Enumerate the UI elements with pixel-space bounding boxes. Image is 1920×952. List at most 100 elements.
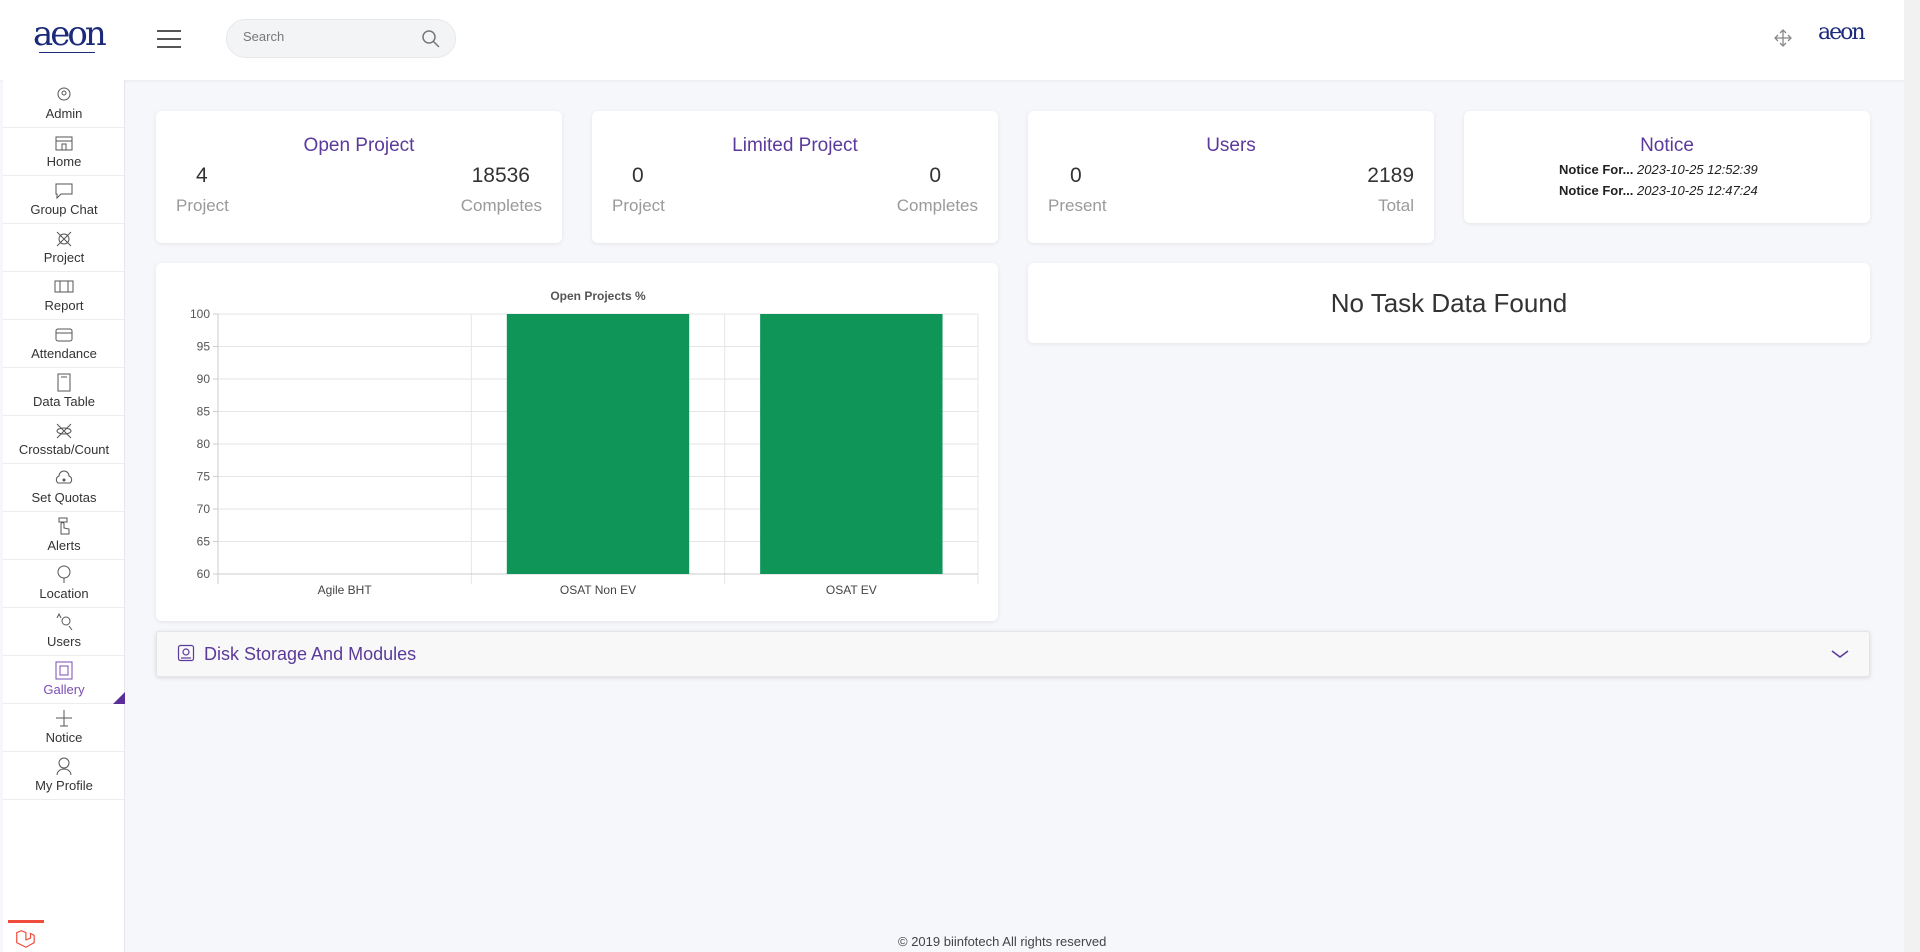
- crosstab-icon: [56, 423, 72, 439]
- sidebar-item-label: Set Quotas: [31, 490, 97, 505]
- open-projects-chart-card: Open Projects % 60 65 70 75 80 85 90 95 100 Agile …: [156, 263, 998, 621]
- sidebar-item-label: Project: [43, 250, 85, 265]
- footer-text: © 2019 biinfotech All rights reserved: [898, 934, 1107, 949]
- project-label: Project: [612, 196, 665, 215]
- present-count: 0: [1070, 164, 1082, 187]
- disk-storage-accordion[interactable]: Disk Storage And Modules: [156, 631, 1870, 677]
- sidebar-item-notice[interactable]: Notice: [3, 704, 125, 752]
- x-tick-label: OSAT Non EV: [560, 583, 636, 597]
- notice-name: Notice For...: [1559, 183, 1634, 198]
- sidebar-item-label: Attendance: [31, 346, 97, 361]
- hamburger-icon-line: [157, 30, 181, 32]
- sidebar-item-label: Notice: [45, 730, 83, 745]
- menu-toggle-button[interactable]: [157, 30, 183, 50]
- sidebar-item-label: Location: [39, 586, 89, 601]
- brand-logo-right[interactable]: aeon: [1818, 20, 1866, 45]
- chart-title: Open Projects %: [550, 289, 646, 303]
- hand-icon: [58, 517, 70, 535]
- sidebar-item-attendance[interactable]: Attendance: [3, 320, 125, 368]
- y-tick-label: 60: [197, 567, 211, 581]
- location-icon: [57, 565, 71, 583]
- sidebar-item-my-profile[interactable]: My Profile: [3, 752, 125, 800]
- y-tick-label: 65: [197, 535, 211, 549]
- notice-row[interactable]: Notice For... 2023-10-25 12:52:39: [1559, 162, 1758, 177]
- card-title: Users: [1206, 135, 1256, 156]
- sidebar-item-group-chat[interactable]: Group Chat: [3, 176, 125, 224]
- top-bar: aeon aeon: [0, 0, 1904, 80]
- sidebar-item-users[interactable]: Users: [3, 608, 125, 656]
- sidebar-item-set-quotas[interactable]: Set Quotas: [3, 464, 125, 512]
- total-label: Total: [1378, 196, 1414, 215]
- open-project-card: Open Project 4 18536 Project Completes: [156, 111, 562, 243]
- limited-project-card: Limited Project 0 0 Project Completes: [592, 111, 998, 243]
- project-count: 4: [196, 164, 208, 187]
- sidebar-item-home[interactable]: Home: [3, 128, 125, 176]
- y-tick-label: 70: [197, 502, 211, 516]
- sidebar-item-data-table[interactable]: Data Table: [3, 368, 125, 416]
- data-table-icon: [57, 373, 71, 392]
- bar: [506, 314, 690, 574]
- sidebar-item-report[interactable]: Report: [3, 272, 125, 320]
- search-input[interactable]: [243, 29, 413, 44]
- aeon-logo[interactable]: aeon: [33, 14, 107, 64]
- sidebar-item-project[interactable]: Project: [3, 224, 125, 272]
- home-icon: [55, 136, 73, 151]
- notice-date: 2023-10-25 12:52:39: [1637, 162, 1758, 177]
- report-icon: [54, 280, 74, 293]
- cloud-icon: [55, 470, 73, 484]
- chevron-down-icon[interactable]: [1831, 648, 1849, 660]
- notice-date: 2023-10-25 12:47:24: [1637, 183, 1758, 198]
- card-title: Open Project: [303, 135, 415, 156]
- sidebar-item-label: Crosstab/Count: [18, 442, 110, 457]
- logo-wordmark: aeon: [33, 14, 107, 54]
- sidebar-item-label: Data Table: [33, 394, 95, 409]
- sidebar-item-label: Home: [46, 154, 82, 169]
- project-count: 0: [632, 164, 644, 187]
- card-title: Limited Project: [732, 135, 858, 156]
- laravel-icon[interactable]: [8, 920, 44, 952]
- card-title: Notice: [1640, 135, 1694, 156]
- chat-icon: [55, 183, 73, 200]
- search-icon[interactable]: [421, 29, 441, 49]
- attendance-icon: [55, 328, 73, 342]
- fullscreen-icon[interactable]: [1773, 28, 1793, 48]
- no-task-message: No Task Data Found: [1330, 288, 1568, 318]
- y-tick-label: 85: [197, 405, 211, 419]
- bar: [760, 314, 943, 574]
- sidebar-item-label: Alerts: [47, 538, 81, 553]
- users-icon: [56, 612, 73, 631]
- scrollbar[interactable]: [1904, 0, 1920, 952]
- y-tick-label: 75: [197, 470, 211, 484]
- completes-count: 18536: [471, 164, 530, 187]
- sidebar-item-label: Gallery: [43, 682, 85, 697]
- notice-row[interactable]: Notice For... 2023-10-25 12:47:24: [1559, 183, 1758, 198]
- total-count: 2189: [1367, 164, 1414, 187]
- completes-label: Completes: [896, 196, 978, 215]
- disk-icon: [177, 644, 195, 662]
- completes-count: 0: [929, 164, 941, 187]
- sidebar-item-crosstab-count[interactable]: Crosstab/Count: [3, 416, 125, 464]
- project-icon: [56, 231, 72, 247]
- sidebar-item-location[interactable]: Location: [3, 560, 125, 608]
- sidebar: Admin Home Group Chat Project Report Attendan…: [3, 80, 125, 952]
- sidebar-item-label: My Profile: [35, 778, 93, 793]
- sidebar-item-alerts[interactable]: Alerts: [3, 512, 125, 560]
- sidebar-item-gallery[interactable]: Gallery: [3, 656, 125, 704]
- y-tick-label: 80: [197, 437, 211, 451]
- y-tick-label: 90: [197, 372, 211, 386]
- profile-icon: [56, 757, 72, 776]
- hamburger-icon-line: [157, 46, 181, 48]
- logo-tagline-line: [39, 52, 95, 56]
- x-tick-label: Agile BHT: [318, 583, 373, 597]
- search-box: [226, 19, 456, 58]
- task-card: No Task Data Found: [1028, 263, 1870, 343]
- sidebar-item-label: Users: [47, 634, 81, 649]
- sidebar-item-admin[interactable]: Admin: [3, 80, 125, 128]
- completes-label: Completes: [460, 196, 542, 215]
- gallery-icon: [55, 661, 73, 680]
- sidebar-item-label: Group Chat: [30, 202, 98, 217]
- x-tick-label: OSAT EV: [826, 583, 877, 597]
- notice-name: Notice For...: [1559, 162, 1634, 177]
- users-card: Users 0 2189 Present Total: [1028, 111, 1434, 243]
- admin-icon: [57, 87, 71, 101]
